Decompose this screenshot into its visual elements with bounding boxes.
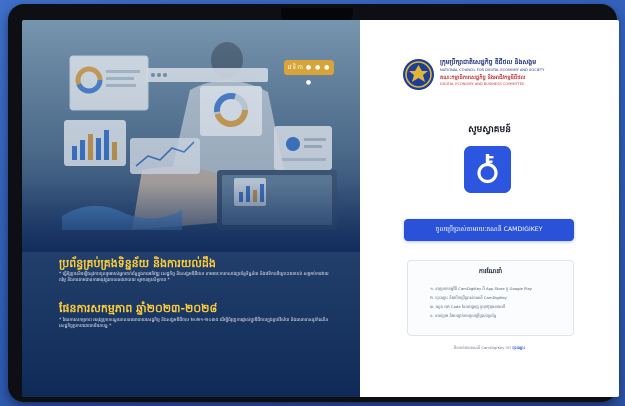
promo-paragraph-1: * ធ្វើឱ្យប្រសើរឡើងនូវការចូលរួមរបស់អ្នកពា… xyxy=(59,272,329,284)
instructions-title: ការណែនាំ xyxy=(478,268,503,275)
welcome-title: សូមស្វាគមន៍ xyxy=(468,125,511,135)
login-screen: វេទិកា ● ● ● ● ប្រព័ន្ធគ្រប់គ្រងទិន្នន័យ… xyxy=(22,20,619,397)
promo-paragraph-2: * ផែនការសកម្មភាព អនុវត្តក្របខណ្ឌគោលនយោបា… xyxy=(59,318,329,330)
signup-help-row: មិនទាន់មានគណនី CamDigiKey ទេ? ចុះឈ្មោះ xyxy=(360,345,619,351)
org-logo-row: ក្រុមប្រឹក្សាជាតិសេដ្ឋកិច្ច ឌីជីថល និងសង… xyxy=(402,58,602,94)
committee-name-km: គណៈកម្មាធិការសេដ្ឋកិច្ច និងអាជីវកម្មឌីជី… xyxy=(440,75,526,81)
org-name-km: ក្រុមប្រឹក្សាជាតិសេដ្ឋកិច្ច ឌីជីថល និងសង… xyxy=(440,59,537,66)
instruction-step: ៤. យល់ព្រម និងបញ្ជាក់ការចូលប្រើប្រាស់ប្រ… xyxy=(430,313,497,318)
instruction-step: ២. ចុះឈ្មោះ និងបើកប្រើប្រាស់គណនី CamDigi… xyxy=(430,295,507,300)
org-name-en: NATIONAL COUNCIL FOR DIGITAL ECONOMY AND… xyxy=(440,68,545,72)
instructions-box: ការណែនាំ ១. ទាញយកកម្មវិធី CamDigiKey ពី … xyxy=(407,260,574,336)
camdigikey-key-icon xyxy=(464,146,511,193)
promo-heading-1: ប្រព័ន្ធគ្រប់គ្រងទិន្នន័យ និងការយល់ដឹង xyxy=(59,257,216,270)
instruction-step: ១. ទាញយកកម្មវិធី CamDigiKey ពី App Store… xyxy=(430,286,533,291)
promo-heading-2: ផែនការសកម្មភាព ឆ្នាំ២០២៣-២០២៨ xyxy=(59,302,218,315)
signup-link[interactable]: ចុះឈ្មោះ xyxy=(512,345,525,350)
platform-badge: វេទិកា ● ● ● ● xyxy=(284,60,334,86)
laptop-frame: វេទិកា ● ● ● ● ប្រព័ន្ធគ្រប់គ្រងទិន្នន័យ… xyxy=(8,4,619,402)
login-panel: ក្រុមប្រឹក្សាជាតិសេដ្ឋកិច្ច ឌីជីថល និងសង… xyxy=(360,20,619,397)
instructions-list: ១. ទាញយកកម្មវិធី CamDigiKey ពី App Store… xyxy=(430,284,570,320)
hero-illustration xyxy=(22,20,360,252)
instruction-step: ៣. ស្កេន QR Code ដែលបង្ហាញ ឬចុចប៊ូតុងខាង… xyxy=(430,304,506,309)
promo-panel: វេទិកា ● ● ● ● ប្រព័ន្ធគ្រប់គ្រងទិន្នន័យ… xyxy=(22,20,360,397)
camdigikey-login-button[interactable]: ចូលប្រើប្រាស់តាមរយៈគណនី CAMDIGIKEY xyxy=(404,219,574,241)
committee-name-en: DIGITAL ECONOMY AND BUSINESS COMMITTEE xyxy=(440,82,525,86)
signup-help-text: មិនទាន់មានគណនី CamDigiKey ទេ? xyxy=(453,345,512,350)
ministry-seal-icon xyxy=(403,59,434,90)
